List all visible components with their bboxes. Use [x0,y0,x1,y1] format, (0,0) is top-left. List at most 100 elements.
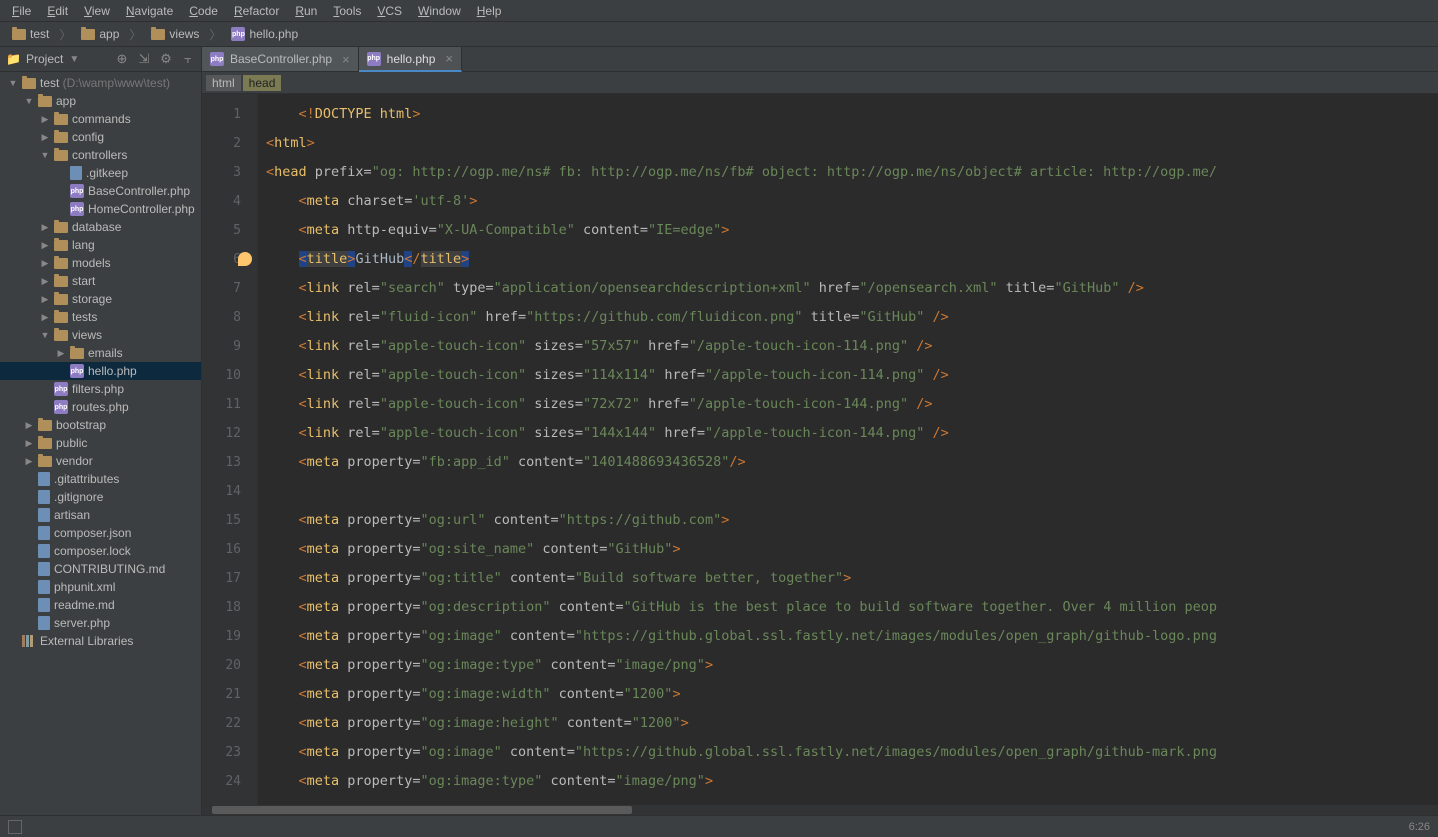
tree-item-vendor[interactable]: vendor [0,452,201,470]
tree-item-CONTRIBUTING.md[interactable]: CONTRIBUTING.md [0,560,201,578]
tree-item-External Libraries[interactable]: External Libraries [0,632,201,650]
code-line[interactable]: <meta property="og:image:height" content… [266,709,1430,738]
code-line[interactable]: <link rel="fluid-icon" href="https://git… [266,303,1430,332]
hide-icon[interactable]: ⫟ [181,52,195,66]
menu-file[interactable]: File [4,2,39,20]
tree-item-artisan[interactable]: artisan [0,506,201,524]
code-line[interactable]: <link rel="apple-touch-icon" sizes="57x5… [266,332,1430,361]
tree-item-server.php[interactable]: server.php [0,614,201,632]
scrollbar-thumb[interactable] [212,806,632,814]
code-line[interactable] [266,477,1430,506]
tree-item-emails[interactable]: emails [0,344,201,362]
menu-window[interactable]: Window [410,2,469,20]
tree-arrow-icon[interactable] [40,132,50,142]
intention-bulb-icon[interactable] [238,252,252,266]
code-line[interactable]: <title>GitHub</title> [266,245,1430,274]
tree-item-config[interactable]: config [0,128,201,146]
tree-item-composer.lock[interactable]: composer.lock [0,542,201,560]
tree-arrow-icon[interactable] [24,438,34,448]
menu-vcs[interactable]: VCS [369,2,410,20]
tree-arrow-icon[interactable] [24,96,34,106]
code-line[interactable]: <link rel="apple-touch-icon" sizes="72x7… [266,390,1430,419]
tree-arrow-icon[interactable] [24,456,34,466]
code-line[interactable]: <meta http-equiv="X-UA-Compatible" conte… [266,216,1430,245]
statusbar-icon[interactable] [8,820,22,834]
tree-item-.gitattributes[interactable]: .gitattributes [0,470,201,488]
tree-arrow-icon[interactable] [40,276,50,286]
settings-icon[interactable]: ⚙ [159,52,173,66]
tree-arrow-icon[interactable] [24,420,34,430]
tree-item-phpunit.xml[interactable]: phpunit.xml [0,578,201,596]
tree-item-routes.php[interactable]: routes.php [0,398,201,416]
tree-item-tests[interactable]: tests [0,308,201,326]
code-line[interactable]: <meta property="og:title" content="Build… [266,564,1430,593]
tree-arrow-icon[interactable] [40,294,50,304]
tree-item-filters.php[interactable]: filters.php [0,380,201,398]
crumb-html[interactable]: html [206,75,241,91]
tree-item-test[interactable]: test (D:\wamp\www\test) [0,74,201,92]
tree-item-database[interactable]: database [0,218,201,236]
tree-item-models[interactable]: models [0,254,201,272]
tree-item-commands[interactable]: commands [0,110,201,128]
tree-arrow-icon[interactable] [56,348,66,358]
crumb-head[interactable]: head [243,75,282,91]
breadcrumb-test[interactable]: test [8,25,53,43]
tree-arrow-icon[interactable] [40,330,50,340]
tree-item-.gitkeep[interactable]: .gitkeep [0,164,201,182]
tree-item-public[interactable]: public [0,434,201,452]
breadcrumb-hello.php[interactable]: hello.php [227,25,302,43]
code-line[interactable]: <meta property="fb:app_id" content="1401… [266,448,1430,477]
tree-arrow-icon[interactable] [40,150,50,160]
code-line[interactable]: <!DOCTYPE html> [266,100,1430,129]
code-line[interactable]: <link rel="apple-touch-icon" sizes="144x… [266,419,1430,448]
menu-view[interactable]: View [76,2,118,20]
tree-item-lang[interactable]: lang [0,236,201,254]
code-line[interactable]: <head prefix="og: http://ogp.me/ns# fb: … [266,158,1430,187]
tree-item-bootstrap[interactable]: bootstrap [0,416,201,434]
tree-arrow-icon[interactable] [40,114,50,124]
tree-item-readme.md[interactable]: readme.md [0,596,201,614]
code-line[interactable]: <meta property="og:image" content="https… [266,738,1430,767]
code-line[interactable]: <meta property="og:image:type" content="… [266,651,1430,680]
code-line[interactable]: <meta property="og:site_name" content="G… [266,535,1430,564]
tab-hello.php[interactable]: hello.php× [359,47,462,72]
code-line[interactable]: <meta charset='utf-8'> [266,187,1430,216]
tree-arrow-icon[interactable] [40,240,50,250]
menu-refactor[interactable]: Refactor [226,2,287,20]
tree-item-app[interactable]: app [0,92,201,110]
project-tree[interactable]: test (D:\wamp\www\test)appcommandsconfig… [0,72,201,815]
tree-item-views[interactable]: views [0,326,201,344]
code-area[interactable]: 123456789101112131415161718192021222324 … [202,94,1438,805]
code-editor[interactable]: <!DOCTYPE html><html><head prefix="og: h… [258,94,1438,805]
tab-BaseController.php[interactable]: BaseController.php× [202,47,359,71]
breadcrumb-views[interactable]: views [147,25,203,43]
tree-item-composer.json[interactable]: composer.json [0,524,201,542]
code-line[interactable]: <meta property="og:url" content="https:/… [266,506,1430,535]
menu-code[interactable]: Code [181,2,226,20]
tree-item-HomeController.php[interactable]: HomeController.php [0,200,201,218]
tree-item-hello.php[interactable]: hello.php [0,362,201,380]
menu-help[interactable]: Help [469,2,510,20]
menu-edit[interactable]: Edit [39,2,76,20]
code-line[interactable]: <link rel="search" type="application/ope… [266,274,1430,303]
tree-item-start[interactable]: start [0,272,201,290]
code-line[interactable]: <link rel="apple-touch-icon" sizes="114x… [266,361,1430,390]
tree-arrow-icon[interactable] [40,312,50,322]
autoscroll-icon[interactable]: ⊕ [115,52,129,66]
tree-item-controllers[interactable]: controllers [0,146,201,164]
close-icon[interactable]: × [342,52,350,67]
menu-run[interactable]: Run [287,2,325,20]
menu-navigate[interactable]: Navigate [118,2,181,20]
tree-arrow-icon[interactable] [8,78,18,88]
collapse-icon[interactable]: ⇲ [137,52,151,66]
code-line[interactable]: <meta property="og:description" content=… [266,593,1430,622]
tree-item-.gitignore[interactable]: .gitignore [0,488,201,506]
code-line[interactable]: <meta property="og:image:type" content="… [266,767,1430,796]
close-icon[interactable]: × [445,51,453,66]
horizontal-scrollbar[interactable] [202,805,1438,815]
code-line[interactable]: <html> [266,129,1430,158]
tree-item-BaseController.php[interactable]: BaseController.php [0,182,201,200]
tree-arrow-icon[interactable] [40,222,50,232]
menu-tools[interactable]: Tools [325,2,369,20]
breadcrumb-app[interactable]: app [77,25,123,43]
